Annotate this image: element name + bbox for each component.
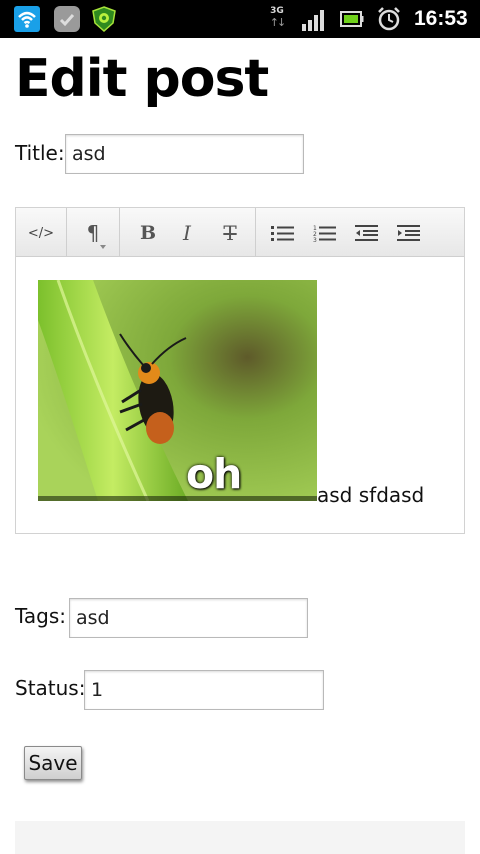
status-input[interactable]: 1 [84,670,324,710]
inserted-image[interactable]: oh hai [38,280,317,501]
status-bar: 3G ↑↓ 16:53 [0,0,480,38]
editor-content[interactable]: oh hai asd sfdasd [16,258,464,533]
strikethrough-icon: T [223,221,237,245]
italic-icon: I [183,221,191,245]
svg-text:3: 3 [313,237,317,242]
toolbar-group-lists: 1 2 3 [256,208,426,257]
save-button[interactable]: Save [24,746,82,780]
paragraph-icon: ¶ [86,221,100,245]
strikethrough-button[interactable]: T [214,217,246,249]
numbered-list-icon: 1 2 3 [313,225,336,242]
source-code-button[interactable]: </> [25,217,57,249]
alarm-icon [376,6,402,32]
battery-icon [340,9,364,29]
wifi-icon [14,6,40,32]
toolbar-group-format: ¶ [67,208,120,257]
editor-text: asd sfdasd [317,483,425,507]
toolbar-group-source: </> [16,208,67,257]
shield-icon [92,6,116,33]
image-caption: oh hai [186,450,255,501]
bold-button[interactable]: B [132,217,164,249]
message-icon [54,6,80,32]
footer-panel [15,821,465,854]
network-activity-icon: ↑↓ [269,16,286,29]
tags-input[interactable]: asd [69,598,308,638]
rich-text-editor: </> ¶ B I T 1 2 3 oh asd sfdasd [15,207,465,534]
title-label: Title: [15,141,65,165]
indent-button[interactable] [393,217,425,249]
page-title: Edit post [15,49,269,109]
italic-button[interactable]: I [171,217,203,249]
status-label: Status: [15,676,86,700]
outdent-icon [355,225,378,241]
editor-toolbar: </> ¶ B I T 1 2 3 [16,208,464,257]
bold-icon: B [139,222,157,244]
source-code-icon: </> [27,225,55,241]
bulleted-list-icon [271,226,294,241]
indent-icon [397,225,420,241]
signal-icon [301,9,327,31]
dropdown-arrow-icon [100,245,106,249]
numbered-list-button[interactable]: 1 2 3 [309,217,341,249]
tags-label: Tags: [15,604,67,628]
outdent-button[interactable] [351,217,383,249]
paragraph-format-button[interactable]: ¶ [77,217,109,249]
title-input[interactable]: asd [65,134,304,174]
clock: 16:53 [414,7,468,30]
toolbar-group-style: B I T [120,208,256,257]
bulleted-list-button[interactable] [267,217,299,249]
